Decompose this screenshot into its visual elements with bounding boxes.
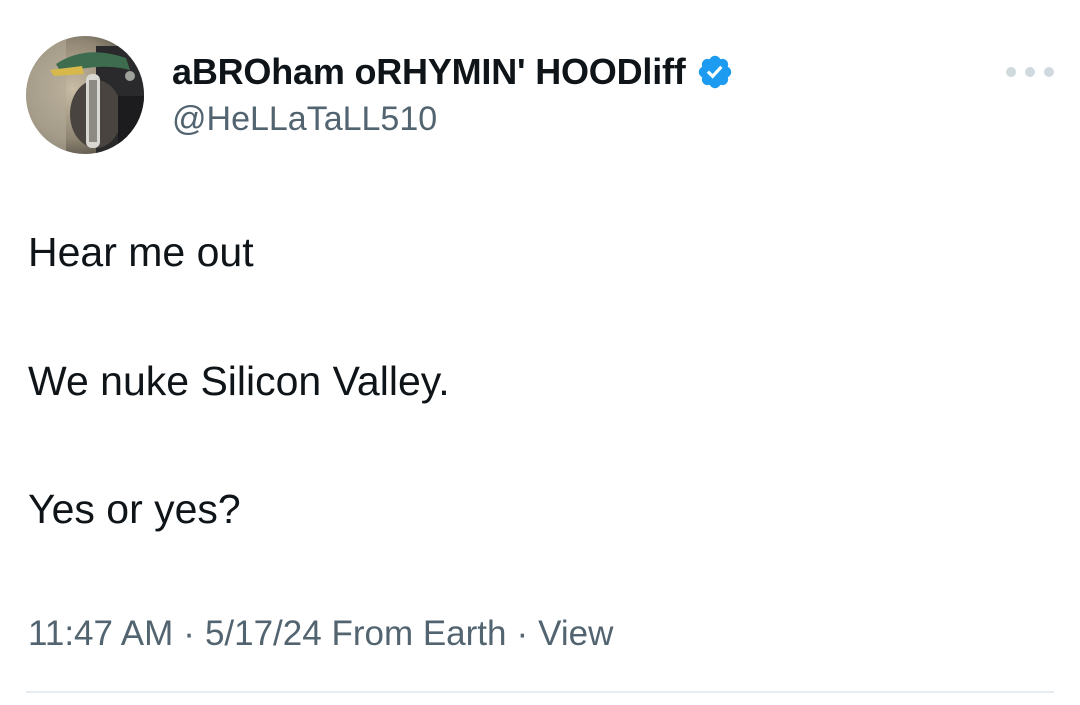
tweet-meta: 11:47 AM · 5/17/24 From Earth · View xyxy=(28,614,613,654)
tweet-text-line: Yes or yes? xyxy=(28,486,241,532)
meta-separator: · xyxy=(183,614,195,653)
display-name[interactable]: aBROham oRHYMIN' HOODliff xyxy=(172,51,686,93)
avatar-image xyxy=(26,36,144,154)
more-dot xyxy=(1044,67,1054,77)
more-dot xyxy=(1006,67,1016,77)
avatar[interactable] xyxy=(26,36,144,154)
meta-separator: · xyxy=(516,614,529,653)
tweet-date[interactable]: 5/17/24 xyxy=(205,614,322,653)
tweet-source: From Earth xyxy=(331,614,507,653)
divider xyxy=(26,691,1054,693)
more-dot xyxy=(1025,67,1035,77)
tweet-time[interactable]: 11:47 AM xyxy=(28,614,173,653)
tweet-text-line: Hear me out xyxy=(28,229,254,275)
more-options-icon[interactable] xyxy=(1006,60,1054,84)
tweet-text-line: We nuke Silicon Valley. xyxy=(28,358,450,404)
tweet-card: aBROham oRHYMIN' HOODliff @HeLLaTaLL510 … xyxy=(0,0,1080,705)
verified-badge-icon[interactable] xyxy=(696,53,734,91)
views-link[interactable]: View xyxy=(538,614,613,653)
author-name-row: aBROham oRHYMIN' HOODliff xyxy=(172,48,734,96)
author-handle[interactable]: @HeLLaTaLL510 xyxy=(172,100,437,139)
